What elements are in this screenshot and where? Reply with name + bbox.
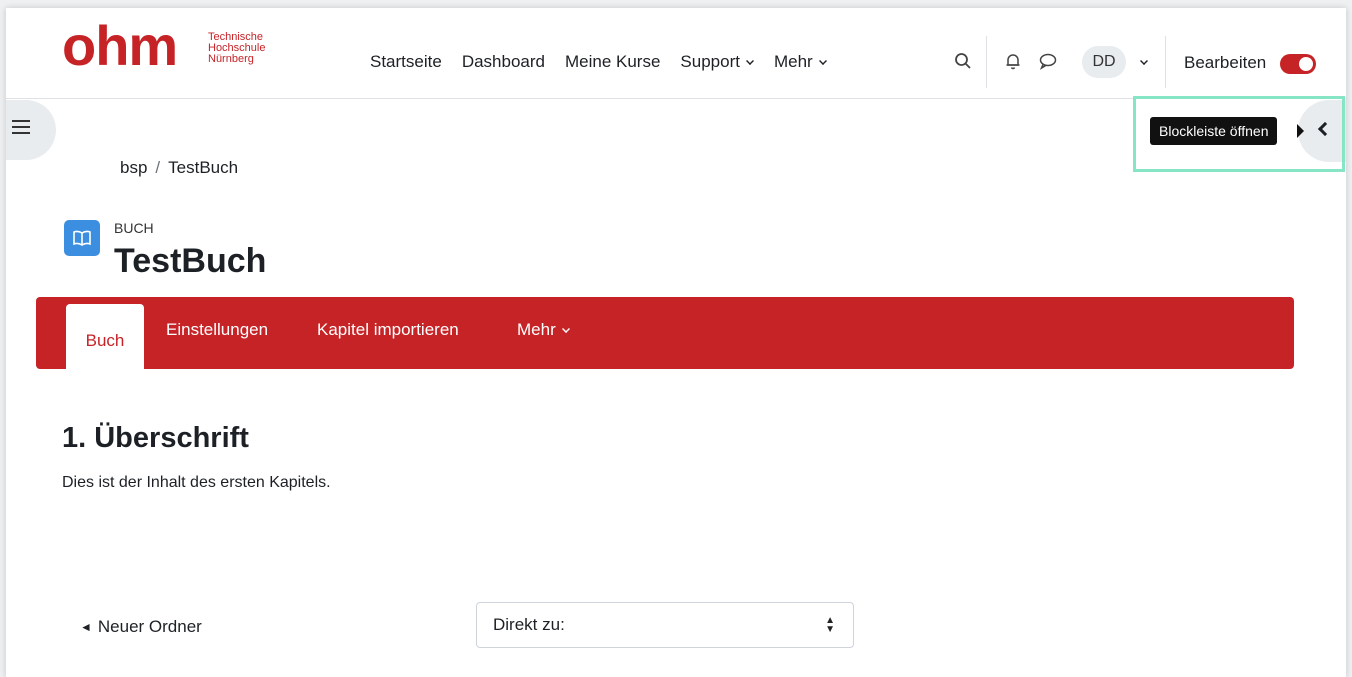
nav-label: Meine Kurse [564,52,661,71]
jump-to-select[interactable]: Direkt zu: ▲ ▼ [476,602,854,648]
secondary-navigation: Buch Einstellungen Kapitel importieren M… [36,297,1294,369]
chapter-title: 1. Überschrift [62,422,249,454]
breadcrumb-separator: / [155,158,161,177]
nav-meine-kurse[interactable]: Meine Kurse [565,52,660,72]
breadcrumb-item-current: TestBuch [168,158,239,177]
chevron-down-icon [1140,57,1148,65]
nav-support[interactable]: Support [680,52,754,72]
tab-einstellungen[interactable]: Einstellungen [166,320,268,340]
bell-icon[interactable] [1004,52,1022,75]
chat-icon[interactable] [1038,52,1058,75]
tab-mehr[interactable]: Mehr [517,320,570,340]
arrow-left-icon: ◄ [80,620,92,634]
tab-label: Kapitel importieren [317,320,459,339]
tab-kapitel-importieren[interactable]: Kapitel importieren [317,320,459,340]
tab-label: Einstellungen [166,320,269,339]
nav-mehr[interactable]: Mehr [774,52,827,72]
highlight-box [1133,96,1345,172]
user-avatar[interactable]: DD [1082,46,1126,78]
nav-label: Dashboard [461,52,545,71]
logo-subtitle: Technische Hochschule Nürnberg [208,32,265,65]
avatar-initials: DD [1092,53,1116,70]
sort-arrows-icon: ▲ ▼ [825,615,835,635]
user-menu-toggle[interactable] [1134,52,1148,70]
breadcrumb: bsp / TestBuch [120,158,238,178]
page-frame: ohm Technische Hochschule Nürnberg Start… [6,8,1346,677]
toggle-knob [1299,57,1313,71]
site-logo[interactable]: ohm Technische Hochschule Nürnberg [62,16,292,76]
jump-to-selected-value: Direkt zu: [493,615,565,634]
navbar-divider [1165,36,1166,88]
tab-buch[interactable]: Buch [66,304,144,369]
nav-startseite[interactable]: Startseite [370,52,442,72]
tab-label: Mehr [517,320,556,339]
breadcrumb-item-course[interactable]: bsp [120,158,147,177]
search-icon[interactable] [954,52,972,75]
nav-dashboard[interactable]: Dashboard [462,52,545,72]
primary-navigation: Startseite Dashboard Meine Kurse Support… [370,52,847,72]
chevron-down-icon [561,324,570,333]
previous-activity-label: Neuer Ordner [97,617,202,636]
edit-mode-label: Bearbeiten [1184,53,1267,72]
navbar-divider [986,36,987,88]
course-index-toggle[interactable] [6,100,56,160]
edit-mode-toggle[interactable] [1280,54,1316,74]
top-navbar: ohm Technische Hochschule Nürnberg Start… [6,8,1346,99]
page-title: TestBuch [114,242,267,280]
nav-label: Mehr [773,52,813,71]
logo-word: ohm [62,14,178,77]
chevron-down-icon [746,56,754,65]
chapter-text: Dies ist der Inhalt des ersten Kapitels. [62,474,331,491]
book-icon [64,220,100,256]
nav-label: Support [680,52,740,71]
chevron-down-icon [818,56,827,65]
tab-label: Buch [85,330,125,350]
activity-type-label: BUCH [114,220,154,236]
logo-sub-line: Nürnberg [208,53,254,65]
previous-activity-link[interactable]: ◄ Neuer Ordner [80,617,202,637]
nav-label: Startseite [370,52,442,71]
list-icon [12,120,30,138]
